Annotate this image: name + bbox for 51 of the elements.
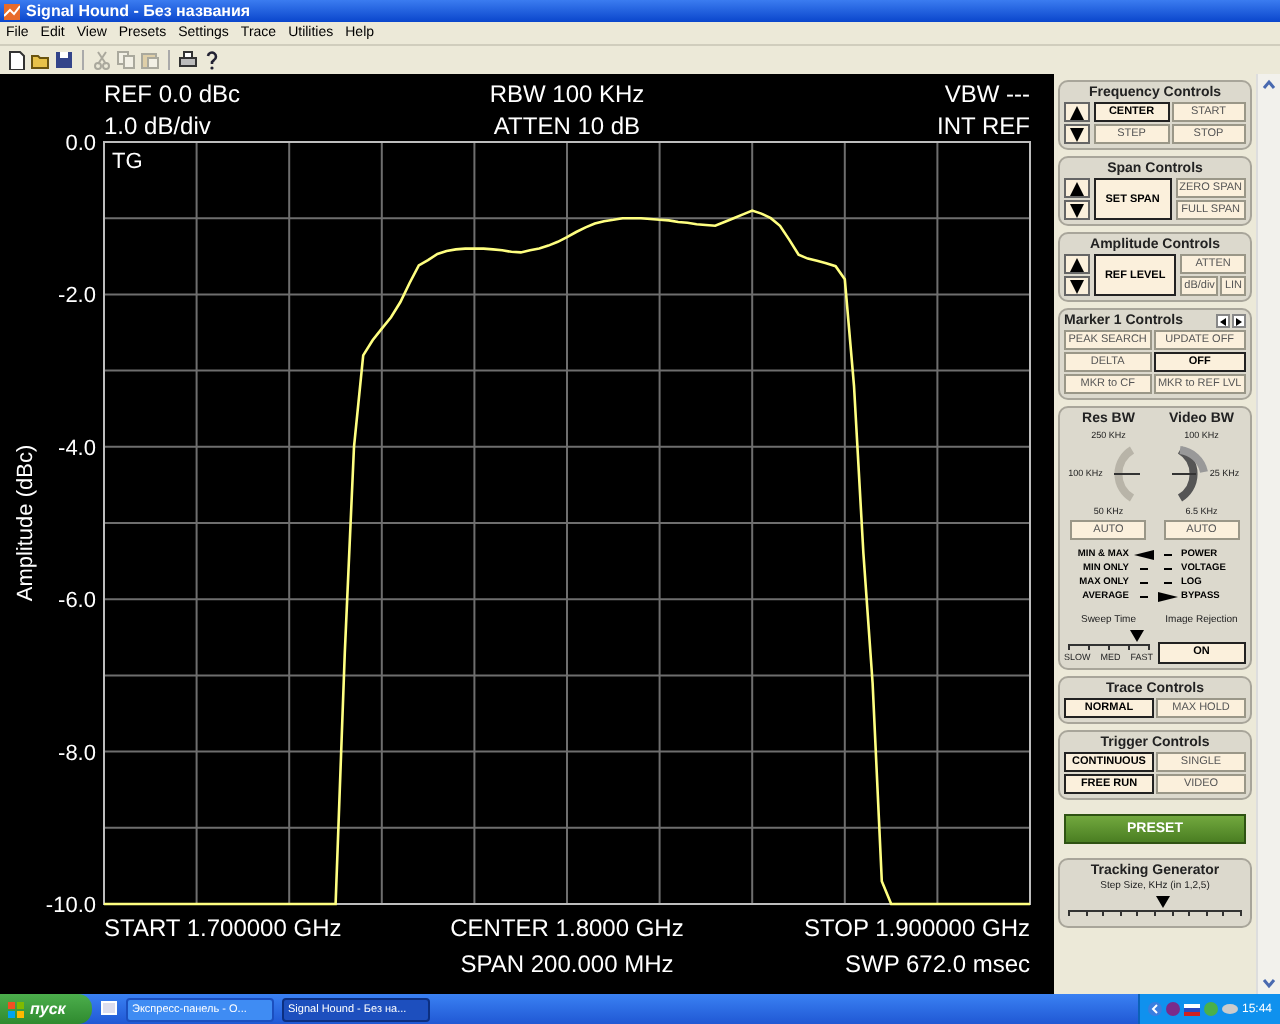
tray-app-icon[interactable]	[1165, 1002, 1180, 1016]
desktop-icon[interactable]	[100, 1000, 118, 1018]
reference-level-label: REF 0.0 dBc	[104, 80, 241, 108]
down-arrow-icon	[1070, 127, 1084, 141]
windows-flag-icon	[8, 1001, 24, 1017]
y-tick-label: -2.0	[58, 284, 96, 309]
y-tick-label: -6.0	[58, 589, 96, 614]
open-icon[interactable]	[30, 50, 50, 70]
y-tick-label: 0.0	[65, 132, 96, 156]
y-tick-label: -10.0	[45, 894, 96, 918]
step-up-button[interactable]	[1064, 102, 1090, 122]
step-down-button[interactable]	[1064, 200, 1090, 220]
scale-label: 1.0 dB/div	[104, 112, 211, 140]
y-tick-label: -4.0	[58, 436, 96, 461]
window-title: Signal Hound - Без названия	[26, 1, 251, 21]
scrollbar[interactable]	[1256, 74, 1280, 994]
y-axis-title: Amplitude (dBc)	[14, 444, 38, 602]
flag-icon[interactable]	[1183, 1003, 1200, 1015]
arrow-icon[interactable]	[1147, 1002, 1162, 1016]
step-down-button[interactable]	[1064, 276, 1090, 296]
trace-label: TG	[112, 150, 143, 174]
new-icon[interactable]	[6, 50, 26, 70]
up-arrow-icon	[1070, 105, 1084, 119]
step-up-button[interactable]	[1064, 178, 1090, 198]
vbw-label: VBW ---	[944, 80, 1030, 108]
slider-thumb[interactable]	[1129, 630, 1144, 642]
previous-marker-button[interactable]	[1216, 314, 1230, 328]
up-arrow-icon	[1070, 257, 1084, 271]
print-icon[interactable]	[178, 50, 198, 70]
slider-thumb[interactable]	[1156, 896, 1171, 908]
help-icon[interactable]	[202, 50, 222, 70]
down-arrow-icon	[1070, 279, 1084, 293]
save-icon[interactable]	[54, 50, 74, 70]
up-arrow-icon	[1070, 181, 1084, 195]
start-button[interactable]: пуск	[0, 994, 92, 1024]
sweep-time-label: SWP 672.0 msec	[845, 950, 1030, 978]
step-down-button[interactable]	[1064, 124, 1090, 144]
stop-frequency-label: STOP 1.900000 GHz	[804, 914, 1030, 942]
right-arrow-icon	[1236, 317, 1242, 325]
reference-source-label: INT REF	[937, 112, 1030, 140]
next-marker-button[interactable]	[1232, 314, 1246, 328]
y-tick-label: -8.0	[58, 741, 96, 766]
span-label: SPAN 200.000 MHz	[460, 950, 674, 978]
rbw-label: RBW 100 KHz	[489, 80, 645, 108]
down-arrow-icon	[1070, 203, 1084, 217]
start-frequency-label: START 1.700000 GHz	[104, 914, 342, 942]
left-arrow-icon	[1220, 317, 1226, 325]
app-icon	[4, 3, 20, 19]
center-frequency-label: CENTER 1.8000 GHz	[450, 914, 684, 942]
step-up-button[interactable]	[1064, 254, 1090, 274]
attenuation-label: ATTEN 10 dB	[493, 112, 641, 140]
